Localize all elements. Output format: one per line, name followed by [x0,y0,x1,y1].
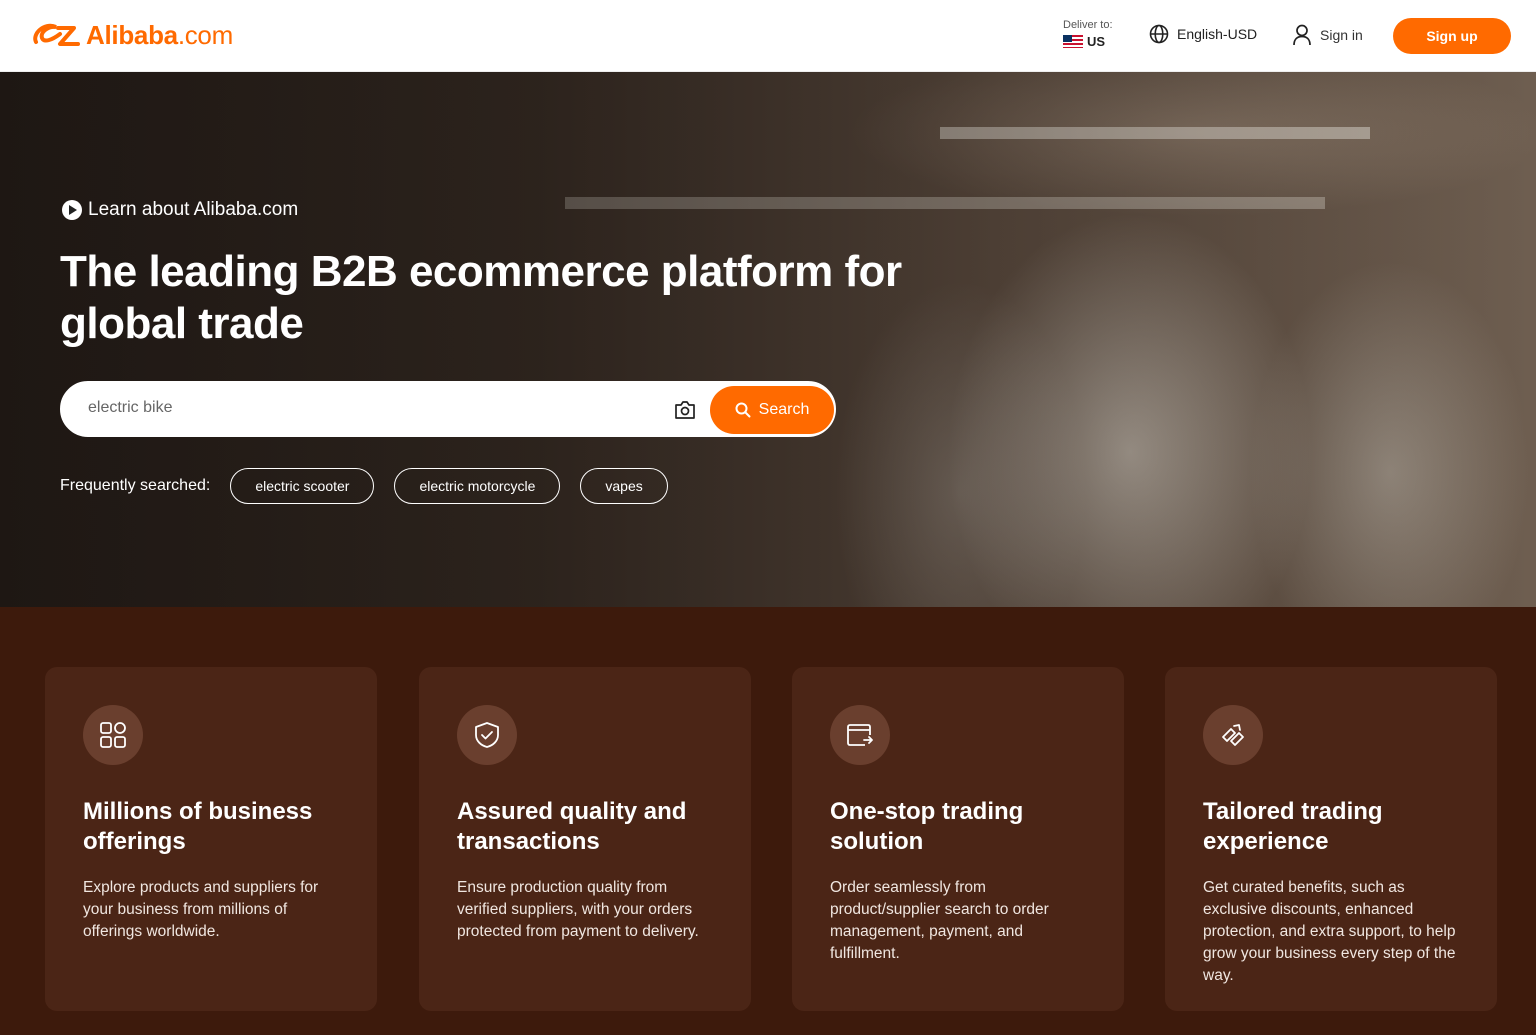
feature-text: Order seamlessly from product/supplier s… [830,879,1049,962]
feature-card: Assured quality and transactions Ensure … [419,667,751,1011]
language-currency-selector[interactable]: English-USD [1149,24,1257,44]
search-icon [735,402,751,418]
alibaba-logo[interactable]: Alibaba.com [30,18,233,52]
hero-banner: Learn about Alibaba.com The leading B2B … [0,72,1536,607]
shield-check-icon [475,722,499,748]
play-icon [62,200,82,220]
search-input[interactable] [88,399,658,417]
feature-title: Millions of business offerings [83,798,313,855]
feature-title: Tailored trading experience [1203,798,1383,855]
features-section: Millions of business offerings Explore p… [0,607,1536,1035]
feature-text: Ensure production quality from verified … [457,879,699,940]
top-header: Alibaba.com Deliver to: US English-USD S… [0,0,1536,72]
image-search-icon[interactable] [674,400,696,420]
grid-icon [100,722,126,748]
globe-icon [1149,24,1169,44]
search-chip[interactable]: electric scooter [230,468,375,504]
hero-title: The leading B2B ecommerce platform for g… [60,247,902,348]
feature-text: Get curated benefits, such as exclusive … [1203,879,1456,984]
search-bar: Search [60,381,836,437]
card-transfer-icon [847,724,873,746]
deliver-country: US [1087,34,1106,49]
alibaba-logo-icon [33,23,80,46]
sign-in-label: Sign in [1320,27,1363,43]
feature-title: One-stop trading solution [830,798,1024,855]
us-flag-icon [1063,35,1083,48]
search-chip[interactable]: vapes [580,468,668,504]
search-button-label: Search [758,401,810,418]
feature-card: Millions of business offerings Explore p… [45,667,377,1011]
learn-about-label: Learn about Alibaba.com [88,199,299,220]
logo-brand: Alibaba [86,19,178,50]
user-icon [1293,24,1311,46]
frequently-searched: Frequently searched: electric scooter el… [60,468,668,504]
feature-card: Tailored trading experience Get curated … [1165,667,1497,1011]
sign-in-link[interactable]: Sign in [1292,24,1363,46]
deliver-to[interactable]: Deliver to: US [1063,19,1113,49]
feature-title: Assured quality and transactions [457,798,687,855]
learn-about-link[interactable]: Learn about Alibaba.com [62,199,298,221]
feature-text: Explore products and suppliers for your … [83,879,319,940]
deliver-label: Deliver to: [1063,19,1113,31]
search-chip[interactable]: electric motorcycle [394,468,561,504]
tailored-icon [1222,724,1244,746]
feature-card: One-stop trading solution Order seamless… [792,667,1124,1011]
search-button[interactable]: Search [710,386,834,434]
logo-suffix: .com [177,19,233,50]
sign-up-button[interactable]: Sign up [1393,18,1511,54]
frequently-searched-label: Frequently searched: [60,477,211,494]
language-label: English-USD [1177,26,1258,42]
